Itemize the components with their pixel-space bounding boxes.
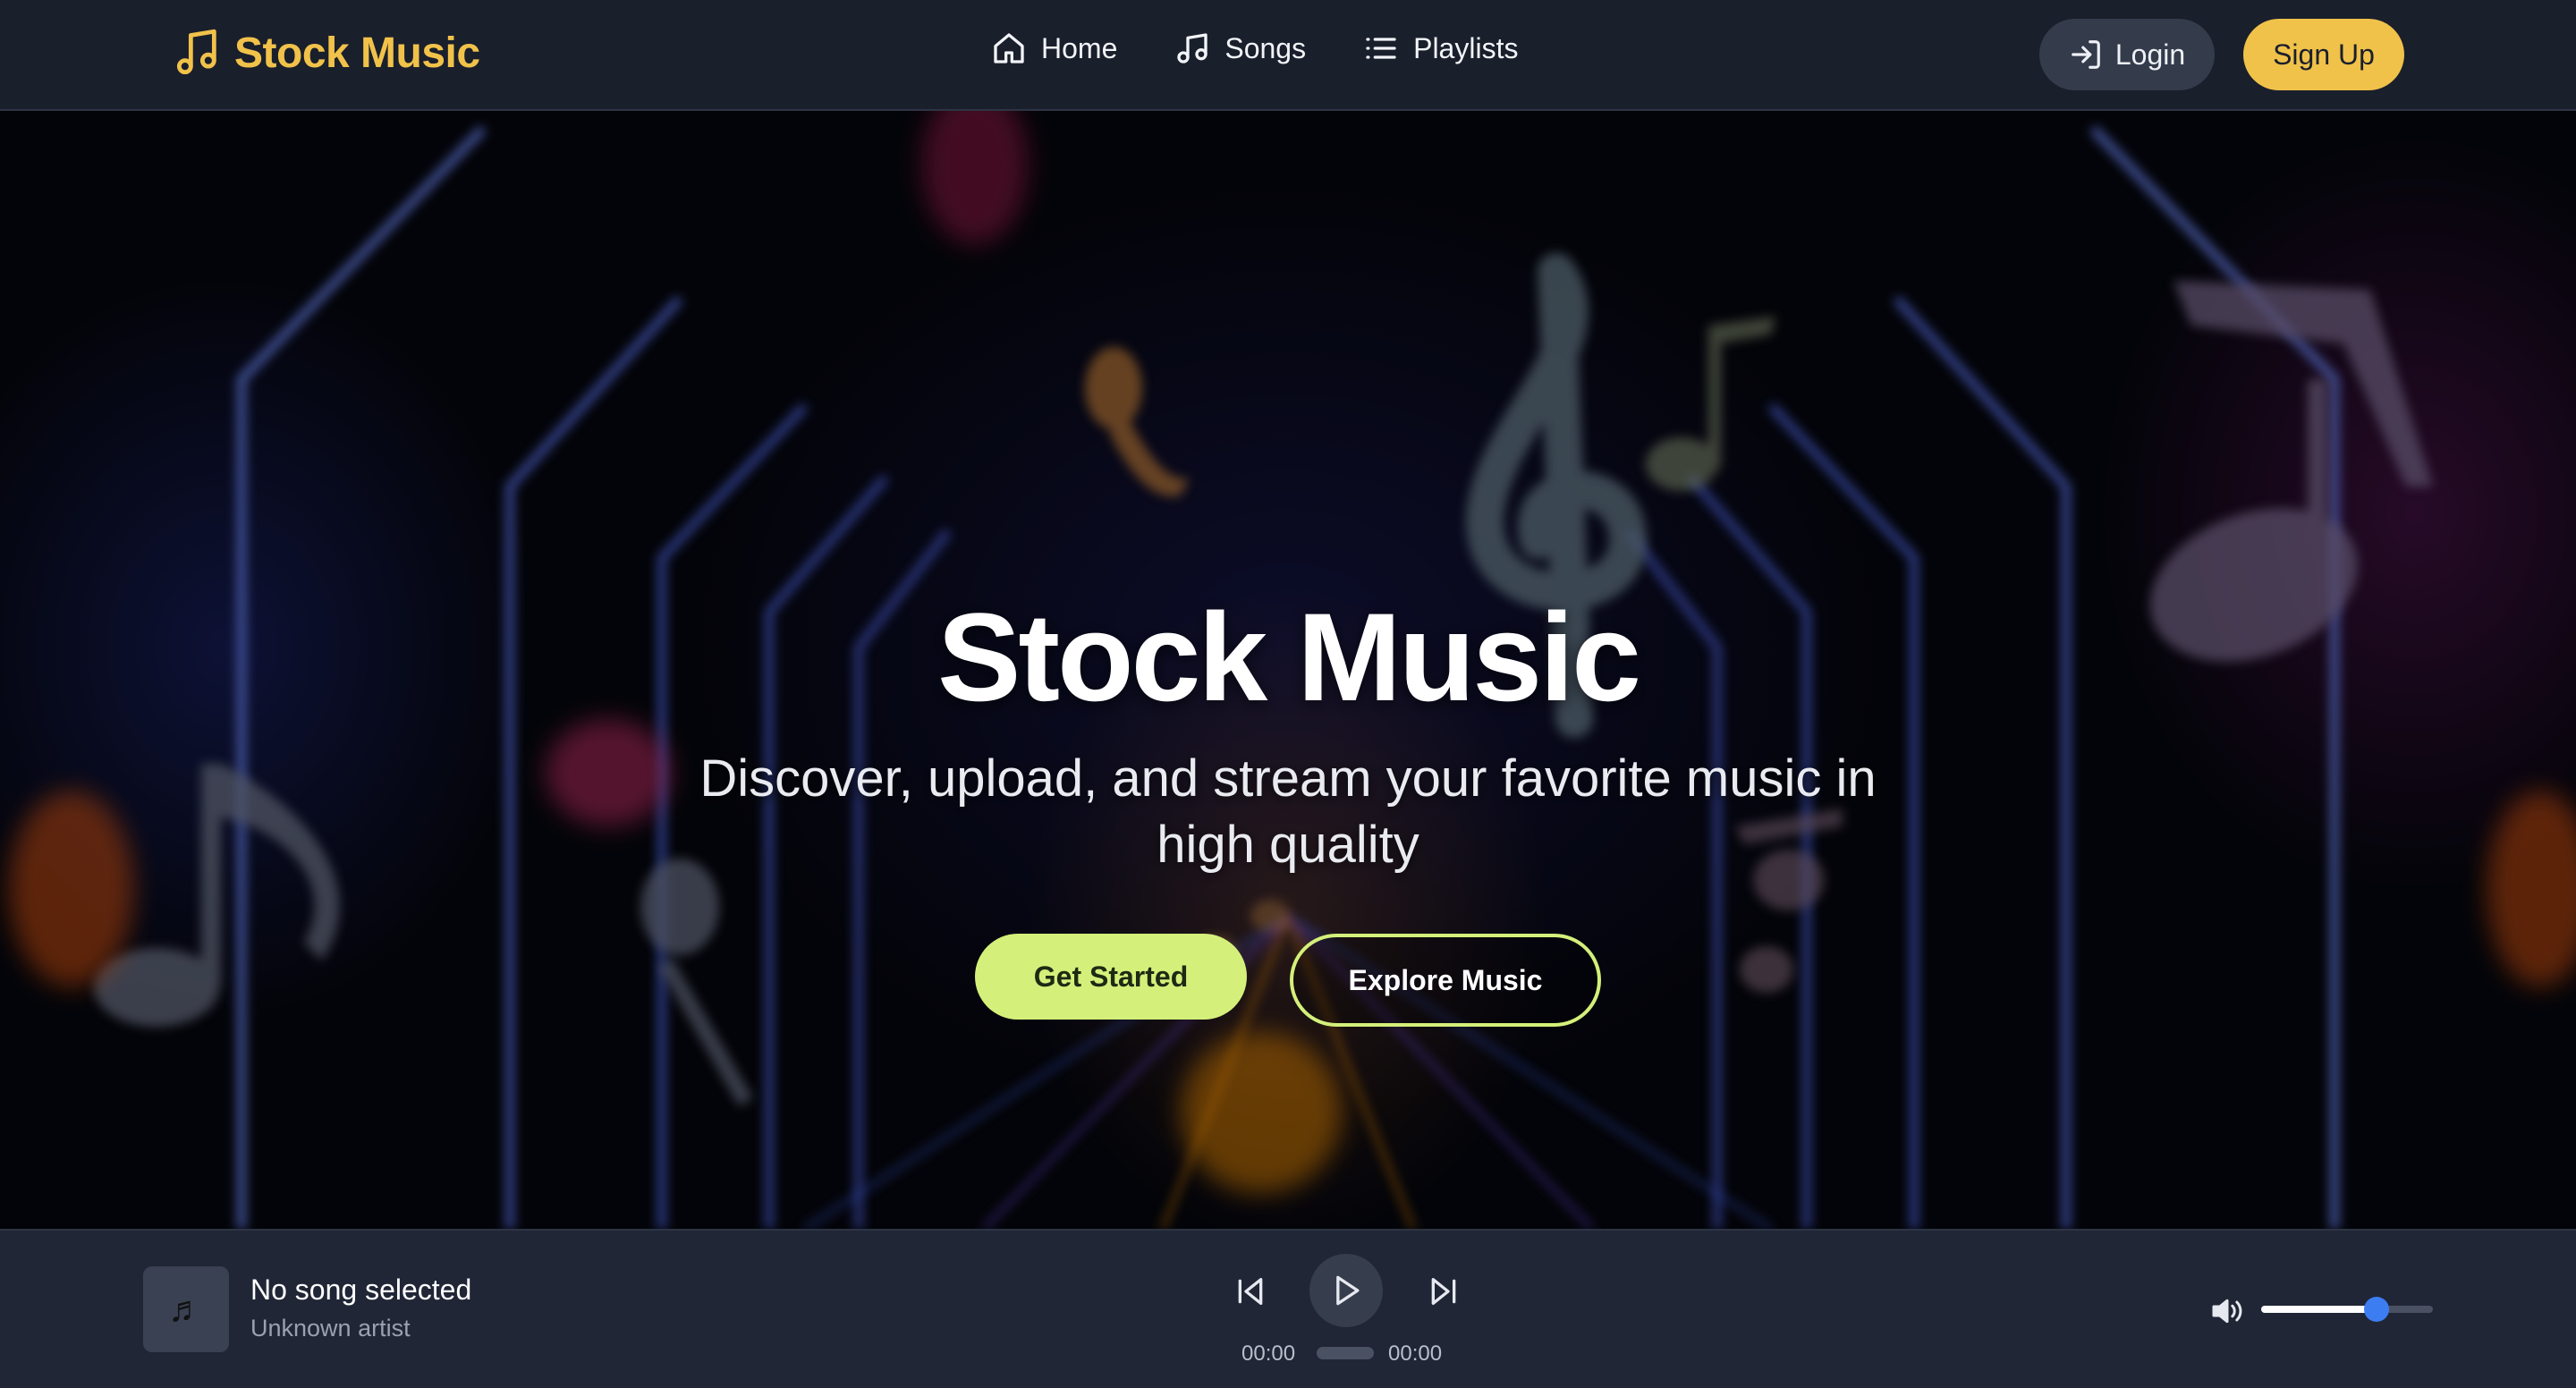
brand-logo-link[interactable]: Stock Music <box>175 27 480 79</box>
album-artwork: ♬ <box>143 1266 229 1352</box>
list-icon <box>1366 38 1396 59</box>
home-icon <box>994 33 1024 63</box>
audio-player-bar: ♬ No song selected Unknown artist 00:00 … <box>0 1229 2576 1388</box>
brand-name: Stock Music <box>234 29 480 77</box>
top-navbar: Stock Music Home Songs Playlists Login S… <box>0 0 2576 111</box>
hero-subtitle: Discover, upload, and stream your favori… <box>699 749 1877 874</box>
nav-playlists[interactable]: Playlists <box>1363 30 1518 66</box>
volume-handle[interactable] <box>2363 1297 2389 1322</box>
get-started-label: Get Started <box>1033 960 1189 993</box>
music-note-icon <box>176 29 216 75</box>
song-title: No song selected <box>250 1274 472 1306</box>
total-time: 00:00 <box>1388 1341 1443 1366</box>
nav-playlists-label: Playlists <box>1413 31 1519 64</box>
explore-music-button[interactable]: Explore Music <box>1290 934 1601 1027</box>
hero-title: Stock Music <box>937 587 1641 727</box>
music-note-icon <box>1177 33 1208 63</box>
explore-music-label: Explore Music <box>1348 963 1543 996</box>
play-icon <box>1336 1275 1360 1306</box>
login-icon <box>2072 40 2100 69</box>
skip-forward-icon <box>1431 1278 1456 1305</box>
mute-button[interactable] <box>2209 1293 2245 1329</box>
nav-songs-label: Songs <box>1224 31 1307 64</box>
current-time: 00:00 <box>1241 1341 1296 1366</box>
next-track-button[interactable] <box>1422 1270 1465 1313</box>
nav-songs[interactable]: Songs <box>1174 30 1306 66</box>
login-label: Login <box>2114 38 2186 71</box>
nav-home-label: Home <box>1041 31 1118 64</box>
skip-back-icon <box>1238 1278 1263 1305</box>
play-button[interactable] <box>1309 1254 1383 1327</box>
main-nav: Home Songs Playlists <box>991 30 1518 66</box>
nav-home[interactable]: Home <box>991 30 1117 66</box>
signup-label: Sign Up <box>2273 38 2375 71</box>
previous-track-button[interactable] <box>1229 1270 1272 1313</box>
progress-bar[interactable] <box>1317 1347 1374 1359</box>
volume-icon <box>2212 1299 2242 1324</box>
get-started-button[interactable]: Get Started <box>975 934 1247 1020</box>
volume-slider[interactable] <box>2261 1297 2433 1322</box>
music-note-icon: ♬ <box>168 1289 204 1329</box>
hero-section: Stock Music Discover, upload, and stream… <box>0 111 2576 1229</box>
signup-button[interactable]: Sign Up <box>2243 19 2404 90</box>
volume-fill <box>2261 1306 2377 1313</box>
song-artist: Unknown artist <box>250 1315 411 1341</box>
login-button[interactable]: Login <box>2039 19 2215 90</box>
